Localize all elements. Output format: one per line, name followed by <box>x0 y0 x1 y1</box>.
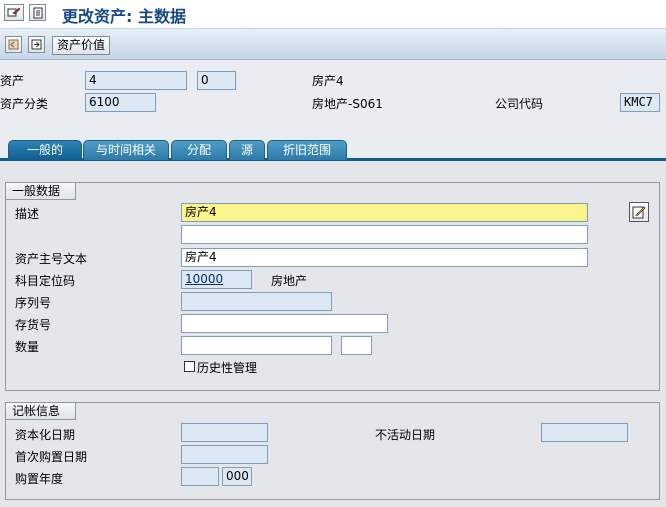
tab-general[interactable]: 一般的 <box>8 140 82 160</box>
asset-number-field[interactable]: 4 <box>85 71 187 90</box>
other-asset-icon[interactable] <box>28 36 45 53</box>
asset-value-button[interactable]: 资产价值 <box>52 36 111 55</box>
company-code-label: 公司代码 <box>495 97 544 111</box>
previous-object-icon[interactable] <box>5 36 22 53</box>
tab-time-dependent[interactable]: 与时间相关 <box>83 140 169 160</box>
quantity-unit-field[interactable] <box>341 336 372 355</box>
asset-class-field[interactable]: 6100 <box>85 93 156 112</box>
quantity-field[interactable] <box>181 336 332 355</box>
history-label: 历史性管理 <box>197 361 258 375</box>
inventory-number-label: 存货号 <box>15 318 52 332</box>
quantity-label: 数量 <box>15 340 40 354</box>
account-determination-text: 房地产 <box>271 274 308 288</box>
serial-number-label: 序列号 <box>15 296 52 310</box>
main-text-field[interactable]: 房产4 <box>181 248 588 267</box>
description-field[interactable]: 房产4 <box>181 203 588 222</box>
long-text-edit-icon[interactable] <box>629 202 649 222</box>
tab-assignments[interactable]: 分配 <box>171 140 227 160</box>
asset-subnumber-field[interactable]: 0 <box>197 71 236 90</box>
serial-number-field[interactable] <box>181 292 332 311</box>
posting-info-title: 记帐信息 <box>6 403 76 420</box>
document-icon[interactable] <box>29 4 46 21</box>
account-determination-field[interactable]: 10000 <box>181 270 252 289</box>
deactivation-date-label: 不活动日期 <box>375 428 436 442</box>
acquisition-year-label: 购置年度 <box>15 472 64 486</box>
asset-class-label: 资产分类 <box>0 97 49 111</box>
acquisition-year-field[interactable] <box>181 467 219 486</box>
asset-description: 房产4 <box>312 74 344 88</box>
asset-label: 资产 <box>0 74 25 88</box>
description-line2-field[interactable] <box>181 225 588 244</box>
capitalization-date-field[interactable] <box>181 423 268 442</box>
first-acquisition-label: 首次购置日期 <box>15 450 88 464</box>
company-code-field[interactable]: KMC7 <box>620 93 660 112</box>
first-acquisition-field[interactable] <box>181 445 268 464</box>
description-label: 描述 <box>15 207 40 221</box>
acquisition-period-field[interactable]: 000 <box>222 467 252 486</box>
tab-origin[interactable]: 源 <box>229 140 265 160</box>
inventory-number-field[interactable] <box>181 314 388 333</box>
general-data-title: 一般数据 <box>6 183 76 200</box>
history-checkbox[interactable] <box>184 361 195 372</box>
main-text-label: 资产主号文本 <box>15 252 88 266</box>
account-determination-label: 科目定位码 <box>15 274 76 288</box>
deactivation-date-field[interactable] <box>541 423 628 442</box>
page-title: 更改资产: 主数据 <box>62 7 186 26</box>
tab-depreciation-areas[interactable]: 折旧范围 <box>267 140 347 160</box>
account-determination-value[interactable]: 10000 <box>185 272 223 286</box>
asset-class-description: 房地产-S061 <box>312 97 383 111</box>
posting-info-group: 记帐信息 <box>5 402 660 500</box>
capitalization-date-label: 资本化日期 <box>15 428 76 442</box>
display-change-icon[interactable] <box>4 4 24 21</box>
